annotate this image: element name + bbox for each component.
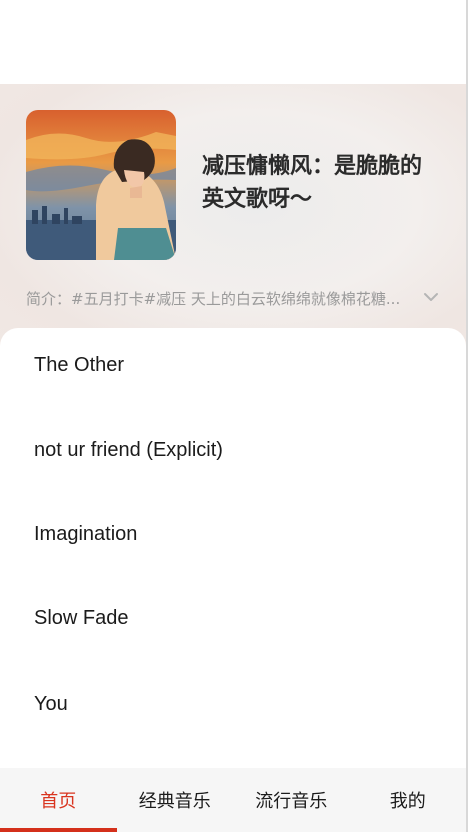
playlist-cover-illustration bbox=[26, 110, 176, 260]
tab-mine[interactable]: 我的 bbox=[350, 768, 467, 832]
active-tab-indicator bbox=[0, 828, 117, 832]
app-screen: 减压慵懒风：是脆脆的英文歌呀～ 简介：#五月打卡#减压 天上的白云软绵绵就像棉花… bbox=[0, 0, 468, 832]
list-item[interactable]: not ur friend (Explicit) bbox=[34, 439, 223, 462]
chevron-down-icon[interactable] bbox=[422, 288, 440, 306]
tab-home[interactable]: 首页 bbox=[0, 768, 117, 832]
playlist-cover[interactable] bbox=[26, 110, 176, 260]
song-list: The Other not ur friend (Explicit) Imagi… bbox=[0, 328, 466, 768]
tab-classic-music[interactable]: 经典音乐 bbox=[117, 768, 234, 832]
tab-pop-music[interactable]: 流行音乐 bbox=[233, 768, 350, 832]
list-item[interactable]: You bbox=[34, 693, 68, 716]
bottom-tab-bar: 首页 经典音乐 流行音乐 我的 bbox=[0, 768, 466, 832]
list-item[interactable]: Imagination bbox=[34, 523, 137, 546]
playlist-title: 减压慵懒风：是脆脆的英文歌呀～ bbox=[202, 154, 423, 212]
list-item[interactable]: Slow Fade bbox=[34, 607, 129, 630]
list-item[interactable]: The Other bbox=[34, 354, 124, 377]
playlist-intro[interactable]: 简介：#五月打卡#减压 天上的白云软绵绵就像棉花糖... bbox=[26, 288, 416, 309]
